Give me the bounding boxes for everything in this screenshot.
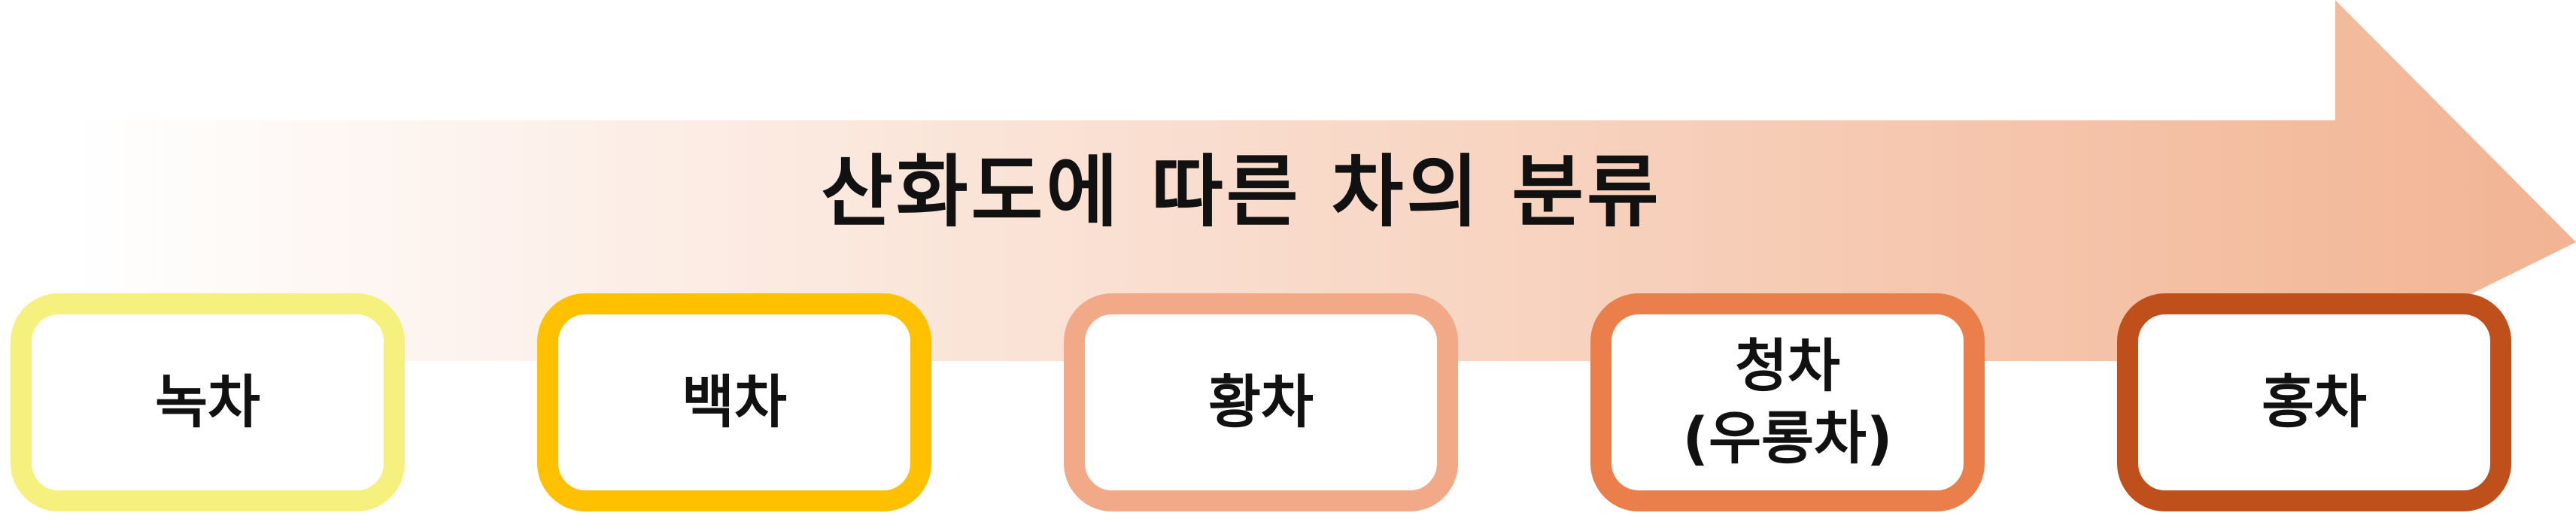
stage-label: 황차 [1208,369,1314,435]
stage-box-black-tea: 홍차 [2117,293,2511,511]
stage-box-oolong-tea: 청차 (우롱차) [1590,293,1985,511]
stage-label: 청차 (우롱차) [1682,332,1893,472]
stage-label: 백차 [682,369,787,435]
stage-box-green-tea: 녹차 [11,293,405,511]
stage-box-yellow-tea: 황차 [1064,293,1458,511]
stage-label: 녹차 [155,369,260,435]
stage-label: 홍차 [2262,369,2367,435]
stage-box-white-tea: 백차 [537,293,931,511]
diagram-title: 산화도에 따른 차의 분류 [821,146,1662,238]
